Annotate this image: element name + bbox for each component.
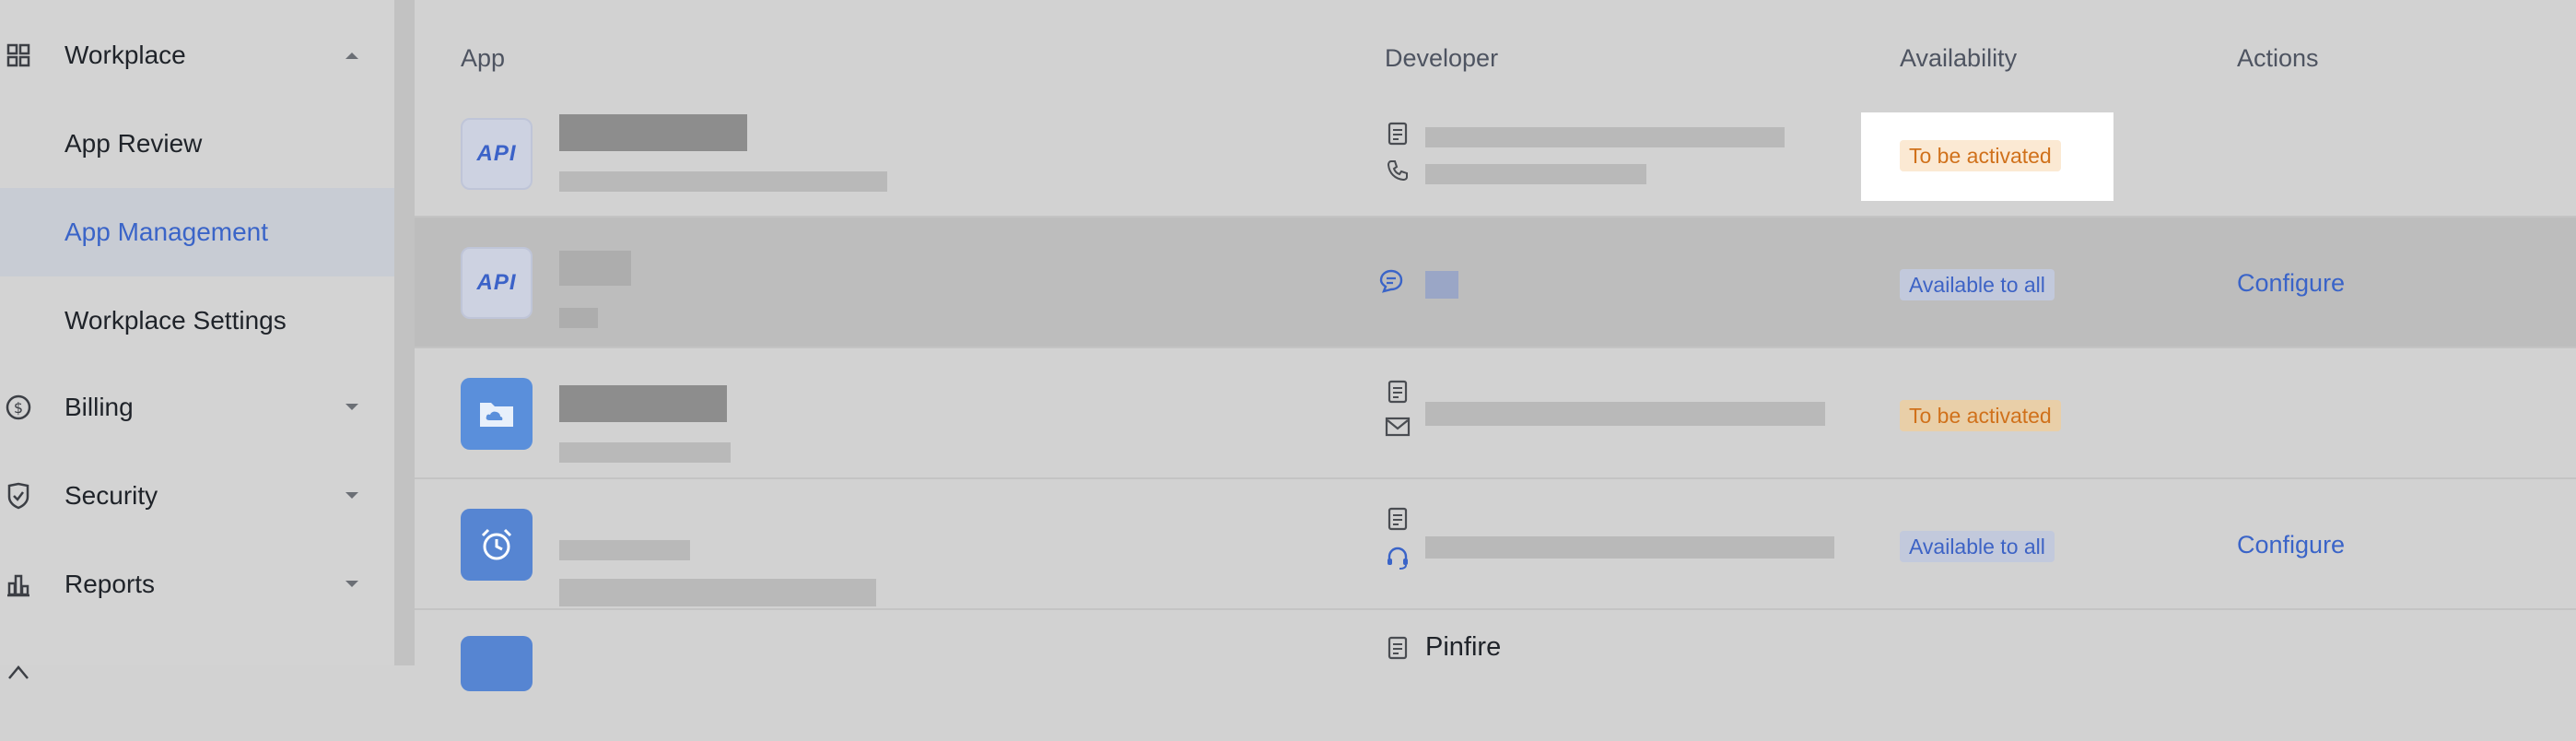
sidebar-item-workplace[interactable]: Workplace <box>0 11 394 100</box>
customize-icon <box>4 658 33 688</box>
redacted-developer <box>1425 536 1834 559</box>
sidebar-item-workplace-settings[interactable]: Workplace Settings <box>0 276 394 365</box>
caret-down-icon[interactable] <box>341 485 363 507</box>
redacted-app-name <box>559 114 747 151</box>
headset-icon <box>1384 544 1411 571</box>
mail-icon <box>1384 413 1411 441</box>
table-row[interactable]: API Available to all Configure <box>415 218 2576 348</box>
sidebar-item-label: Billing <box>64 393 134 421</box>
sidebar: Workplace App Review App Management Work… <box>0 0 394 679</box>
redacted-app-name <box>559 251 631 286</box>
sidebar-item-label: Workplace Settings <box>64 306 287 335</box>
configure-link[interactable]: Configure <box>2237 531 2345 559</box>
api-app-icon: API <box>461 118 533 190</box>
redacted-developer <box>1425 271 1458 299</box>
redacted-contact <box>1425 164 1646 184</box>
sidebar-item-label: App Review <box>64 129 203 158</box>
dollar-circle-icon: $ <box>4 393 33 422</box>
api-app-icon: API <box>461 247 533 319</box>
sidebar-item-partial[interactable] <box>0 629 394 717</box>
caret-up-icon[interactable] <box>341 44 363 66</box>
document-icon <box>1384 120 1411 147</box>
column-header-availability: Availability <box>1900 44 2018 72</box>
column-header-actions: Actions <box>2237 44 2319 72</box>
table-row[interactable]: Available to all Configure <box>415 479 2576 610</box>
redacted-app-desc <box>559 579 876 606</box>
status-badge: Available to all <box>1900 269 2055 300</box>
sidebar-item-app-management[interactable]: App Management <box>0 188 394 276</box>
developer-name: Pinfire <box>1425 632 1502 662</box>
caret-down-icon[interactable] <box>341 396 363 418</box>
sidebar-item-security[interactable]: Security <box>0 452 394 540</box>
configure-link[interactable]: Configure <box>2237 269 2345 298</box>
sidebar-item-billing[interactable]: $ Billing <box>0 363 394 452</box>
sidebar-item-app-review[interactable]: App Review <box>0 100 394 188</box>
redacted-app-name <box>559 540 690 560</box>
bar-chart-icon <box>4 570 33 599</box>
sidebar-item-label: Security <box>64 481 158 510</box>
sidebar-divider <box>394 0 415 665</box>
shield-icon <box>4 481 33 511</box>
column-header-app: App <box>461 44 506 72</box>
document-icon <box>1384 634 1411 662</box>
caret-down-icon[interactable] <box>341 573 363 595</box>
sidebar-item-label: Workplace <box>64 41 186 69</box>
column-header-developer: Developer <box>1385 44 1499 72</box>
alarm-clock-icon <box>461 509 533 581</box>
phone-icon <box>1384 157 1411 184</box>
chat-bubble-icon <box>1377 267 1405 295</box>
document-icon <box>1384 505 1411 533</box>
status-badge: To be activated <box>1900 140 2061 171</box>
redacted-app-name <box>559 385 727 422</box>
redacted-app-desc <box>559 308 598 328</box>
svg-text:$: $ <box>14 399 23 417</box>
status-badge: Available to all <box>1900 531 2055 562</box>
document-icon <box>1384 378 1411 406</box>
sidebar-item-label: Reports <box>64 570 156 598</box>
table-row[interactable]: API <box>415 87 2576 218</box>
table-row[interactable]: To be activated <box>415 348 2576 479</box>
table-row[interactable]: Pinfire <box>415 610 2576 741</box>
sidebar-item-reports[interactable]: Reports <box>0 540 394 629</box>
app-icon <box>461 636 533 691</box>
redacted-app-desc <box>559 442 731 463</box>
status-badge: To be activated <box>1900 400 2061 431</box>
redacted-app-desc <box>559 171 887 192</box>
sidebar-item-label: App Management <box>64 218 269 246</box>
redacted-developer <box>1425 402 1825 426</box>
redacted-developer <box>1425 127 1785 147</box>
grid-icon <box>4 41 33 70</box>
cloud-folder-icon <box>461 378 533 450</box>
